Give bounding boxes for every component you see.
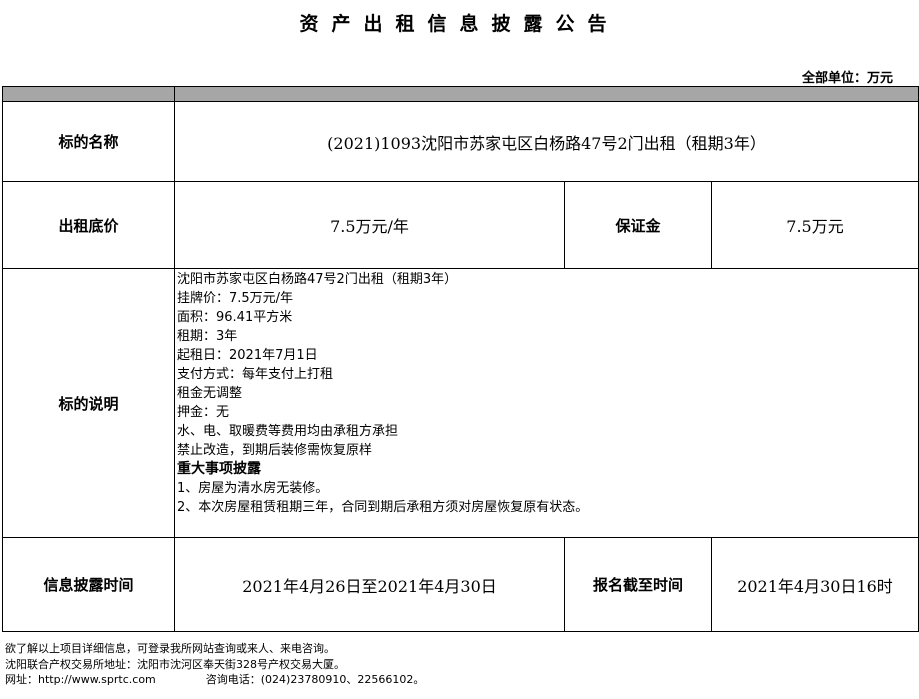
deposit-value: 7.5万元 bbox=[710, 181, 919, 269]
row-description: 标的说明 沈阳市苏家屯区白杨路47号2门出租（租期3年） 挂牌价：7.5万元/年… bbox=[2, 268, 919, 538]
name-value: (2021)1093沈阳市苏家屯区白杨路47号2门出租（租期3年） bbox=[173, 101, 919, 182]
desc-line: 挂牌价：7.5万元/年 bbox=[177, 291, 294, 306]
price-value: 7.5万元/年 bbox=[174, 181, 565, 269]
time-value: 2021年4月26日至2021年4月30日 bbox=[174, 537, 565, 632]
page-title: 资产出租信息披露公告 bbox=[299, 13, 620, 35]
desc-line: 租期：3年 bbox=[177, 329, 238, 344]
desc-line: 面积：96.41平方米 bbox=[177, 310, 293, 325]
footer-line-3: 网址：http://www.sprtc.com 咨询电话：(024)2378091… bbox=[5, 672, 424, 688]
website-text[interactable]: 网址：http://www.sprtc.com bbox=[5, 673, 156, 686]
row-name: 标的名称 (2021)1093沈阳市苏家屯区白杨路47号2门出租（租期3年） bbox=[2, 101, 919, 182]
desc-line: 沈阳市苏家屯区白杨路47号2门出租（租期3年） bbox=[177, 272, 458, 287]
deposit-label: 保证金 bbox=[564, 181, 712, 269]
band-cell-right bbox=[173, 86, 919, 102]
row-price: 出租底价 7.5万元/年 保证金 7.5万元 bbox=[2, 181, 919, 269]
footer-line-2: 沈阳联合产权交易所地址：沈阳市沈河区奉天街328号产权交易大厦。 bbox=[5, 657, 345, 671]
desc-line: 租金无调整 bbox=[177, 386, 243, 401]
footer-line-1: 欲了解以上项目详细信息，可登录我所网站查询或来人、来电咨询。 bbox=[5, 642, 335, 655]
deadline-value: 2021年4月30日16时 bbox=[710, 537, 919, 632]
header-band bbox=[2, 86, 919, 102]
price-label: 出租底价 bbox=[2, 181, 175, 269]
desc-label: 标的说明 bbox=[2, 268, 175, 538]
time-label: 信息披露时间 bbox=[2, 537, 175, 632]
major-line: 2、本次房屋租赁租期三年，合同到期后承租方须对房屋恢复原有状态。 bbox=[177, 500, 589, 515]
desc-content: 沈阳市苏家屯区白杨路47号2门出租（租期3年） 挂牌价：7.5万元/年 面积：9… bbox=[173, 268, 919, 538]
deadline-label: 报名截至时间 bbox=[564, 537, 712, 632]
major-line: 1、房屋为清水房无装修。 bbox=[177, 481, 329, 496]
disclosure-table: 标的名称 (2021)1093沈阳市苏家屯区白杨路47号2门出租（租期3年） 出… bbox=[2, 86, 919, 632]
desc-line: 支付方式：每年支付上打租 bbox=[177, 367, 334, 382]
phone-text: 咨询电话：(024)23780910、22566102。 bbox=[205, 673, 425, 686]
desc-line: 禁止改造，到期后装修需恢复原样 bbox=[177, 443, 373, 458]
footer: 欲了解以上项目详细信息，可登录我所网站查询或来人、来电咨询。 沈阳联合产权交易所… bbox=[5, 641, 424, 688]
row-time: 信息披露时间 2021年4月26日至2021年4月30日 报名截至时间 2021… bbox=[2, 537, 919, 632]
major-heading: 重大事项披露 bbox=[177, 461, 261, 477]
name-label: 标的名称 bbox=[2, 101, 175, 182]
desc-line: 起租日：2021年7月1日 bbox=[177, 348, 318, 363]
band-cell-left bbox=[2, 86, 175, 102]
unit-note: 全部单位：万元 bbox=[801, 71, 893, 86]
desc-line: 水、电、取暖费等费用均由承租方承担 bbox=[177, 424, 399, 439]
desc-line: 押金：无 bbox=[177, 405, 230, 420]
